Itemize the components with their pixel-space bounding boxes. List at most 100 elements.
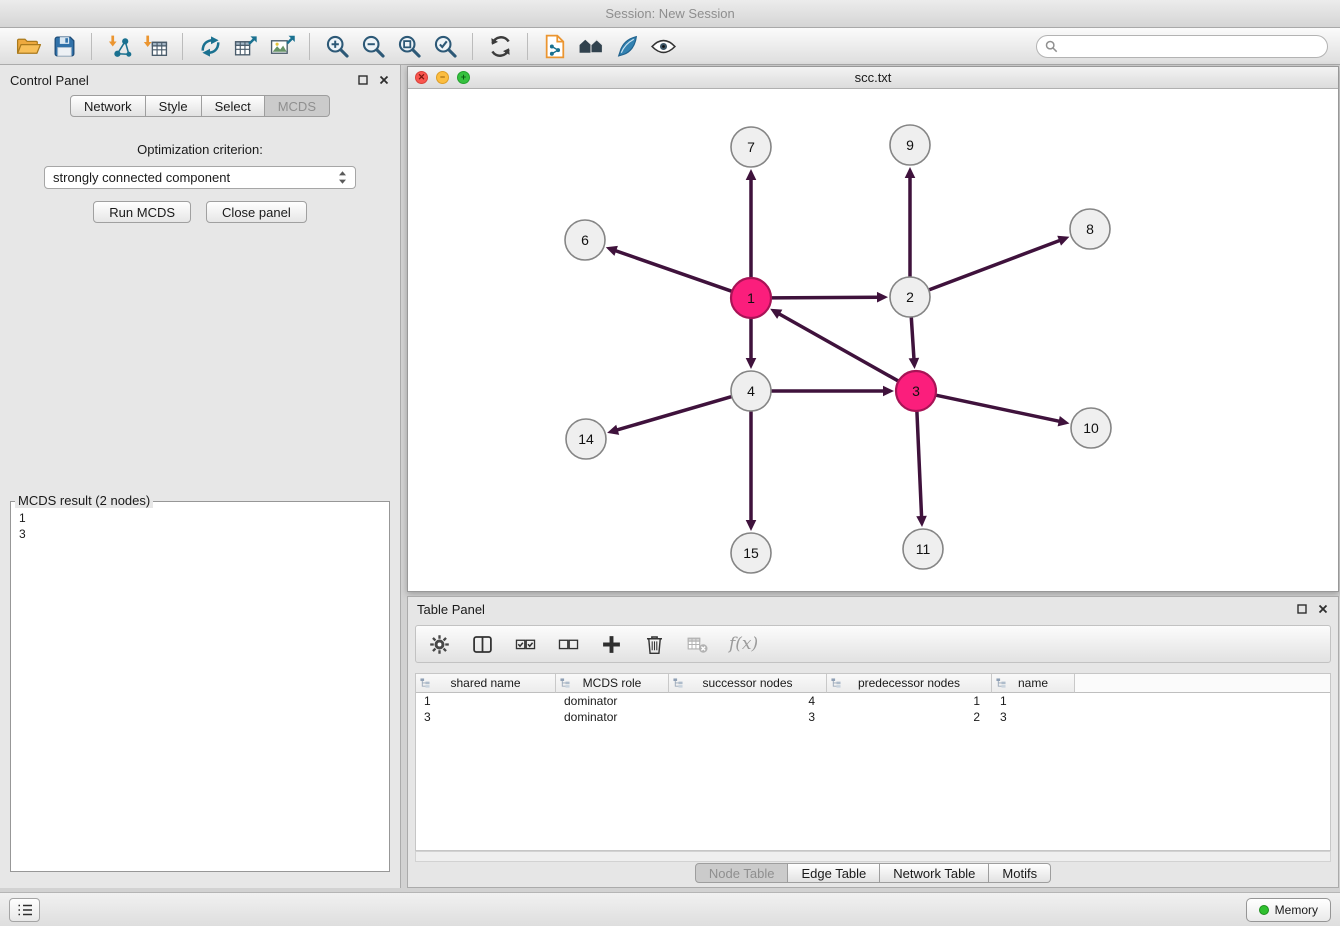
table-scrollbar[interactable] xyxy=(415,851,1331,862)
clone-network-icon xyxy=(197,33,224,60)
zoom-in-icon xyxy=(324,33,351,60)
export-image-button[interactable] xyxy=(264,31,300,62)
add-row-button[interactable] xyxy=(600,633,623,656)
close-window-button[interactable]: ✕ xyxy=(415,71,428,84)
export-image-icon xyxy=(269,33,296,60)
select-all-rows-button[interactable] xyxy=(514,633,537,656)
table-row[interactable]: 3dominator323 xyxy=(416,709,1330,725)
column-header-predecessor-nodes[interactable]: predecessor nodes xyxy=(827,674,992,693)
eye-button[interactable] xyxy=(645,31,681,62)
graph-node-10[interactable]: 10 xyxy=(1071,408,1111,448)
close-panel-button[interactable]: Close panel xyxy=(206,201,307,223)
open-folder-icon xyxy=(15,33,42,60)
import-table-button[interactable] xyxy=(137,31,173,62)
window-titlebar[interactable]: Session: New Session xyxy=(0,0,1340,28)
table-row[interactable]: 1dominator411 xyxy=(416,693,1330,709)
delete-table-button xyxy=(686,633,709,656)
toolbar-buttons xyxy=(10,31,681,62)
mcds-buttons-row: Run MCDS Close panel xyxy=(0,201,400,223)
column-header-MCDS-role[interactable]: MCDS role xyxy=(556,674,669,693)
paint-button[interactable] xyxy=(609,31,645,62)
graph-node-1[interactable]: 1 xyxy=(731,278,771,318)
graph-edge-1-2[interactable] xyxy=(772,297,879,298)
graph-edge-3-10[interactable] xyxy=(937,395,1061,421)
column-label: shared name xyxy=(450,676,520,690)
tab-node-table[interactable]: Node Table xyxy=(695,863,789,883)
save-button[interactable] xyxy=(46,31,82,62)
open-folder-button[interactable] xyxy=(10,31,46,62)
graph-node-6[interactable]: 6 xyxy=(565,220,605,260)
tab-edge-table[interactable]: Edge Table xyxy=(788,863,880,883)
run-mcds-button[interactable]: Run MCDS xyxy=(93,201,191,223)
mcds-result-title: MCDS result (2 nodes) xyxy=(15,493,153,508)
clone-network-button[interactable] xyxy=(192,31,228,62)
graph-edge-2-8[interactable] xyxy=(930,240,1061,290)
graph-node-11[interactable]: 11 xyxy=(903,529,943,569)
deselect-all-rows-button[interactable] xyxy=(557,633,580,656)
show-panel-button[interactable] xyxy=(9,898,40,922)
graph-edge-3-11[interactable] xyxy=(917,412,922,518)
paint-icon xyxy=(614,33,641,60)
node-table: shared name MCDS rolesuccessor nodesprede… xyxy=(415,673,1331,851)
tab-network-table[interactable]: Network Table xyxy=(880,863,989,883)
sort-icon xyxy=(996,678,1006,688)
svg-text:14: 14 xyxy=(578,431,594,447)
graph-node-3[interactable]: 3 xyxy=(896,371,936,411)
zoom-selected-button[interactable] xyxy=(427,31,463,62)
graph-node-4[interactable]: 4 xyxy=(731,371,771,411)
graph-node-15[interactable]: 15 xyxy=(731,533,771,573)
tab-select[interactable]: Select xyxy=(202,95,265,117)
copy-network-button[interactable] xyxy=(537,31,573,62)
gear-button[interactable] xyxy=(428,633,451,656)
graph-edge-3-1[interactable] xyxy=(778,313,898,380)
optimization-dropdown[interactable]: strongly connected component xyxy=(44,166,356,189)
graph-node-14[interactable]: 14 xyxy=(566,419,606,459)
svg-text:1: 1 xyxy=(747,290,755,306)
float-table-panel-icon[interactable] xyxy=(1296,603,1308,615)
delete-row-button[interactable] xyxy=(643,633,666,656)
svg-text:7: 7 xyxy=(747,139,755,155)
export-table-button[interactable] xyxy=(228,31,264,62)
zoom-in-button[interactable] xyxy=(319,31,355,62)
table-header-row: shared name MCDS rolesuccessor nodesprede… xyxy=(416,674,1330,693)
search-box[interactable] xyxy=(1036,35,1328,58)
tab-style[interactable]: Style xyxy=(146,95,202,117)
search-input[interactable] xyxy=(1063,39,1319,53)
column-label: name xyxy=(1018,676,1048,690)
graph-node-2[interactable]: 2 xyxy=(890,277,930,317)
graph-edge-2-3[interactable] xyxy=(911,318,914,360)
minimize-window-button[interactable]: − xyxy=(436,71,449,84)
window-controls: ✕−+ xyxy=(415,71,470,84)
split-columns-button[interactable] xyxy=(471,633,494,656)
refresh-icon xyxy=(487,33,514,60)
column-header-name[interactable]: name xyxy=(992,674,1075,693)
refresh-button[interactable] xyxy=(482,31,518,62)
network-canvas[interactable]: 7 9 6 8 1 2 4 3 14 10 15 11 xyxy=(408,89,1338,591)
graph-edge-arrow xyxy=(916,516,927,527)
graph-edge-1-6[interactable] xyxy=(614,250,731,291)
graph-node-9[interactable]: 9 xyxy=(890,125,930,165)
import-network-button[interactable] xyxy=(101,31,137,62)
tab-mcds[interactable]: MCDS xyxy=(265,95,330,117)
zoom-out-button[interactable] xyxy=(355,31,391,62)
maximize-window-button[interactable]: + xyxy=(457,71,470,84)
sort-icon xyxy=(673,678,683,688)
graph-node-7[interactable]: 7 xyxy=(731,127,771,167)
graph-edge-arrow xyxy=(1058,416,1070,426)
first-neighbors-button[interactable] xyxy=(573,31,609,62)
float-panel-icon[interactable] xyxy=(357,74,369,86)
graph-edge-4-14[interactable] xyxy=(616,397,731,430)
close-panel-icon[interactable] xyxy=(378,74,390,86)
memory-button[interactable]: Memory xyxy=(1246,898,1331,922)
column-header-shared-name[interactable]: shared name xyxy=(416,674,556,693)
network-window-titlebar[interactable]: scc.txt ✕−+ xyxy=(408,67,1338,89)
zoom-fit-button[interactable] xyxy=(391,31,427,62)
graph-node-8[interactable]: 8 xyxy=(1070,209,1110,249)
column-header-successor-nodes[interactable]: successor nodes xyxy=(669,674,827,693)
export-table-icon xyxy=(233,33,260,60)
tab-motifs[interactable]: Motifs xyxy=(989,863,1051,883)
close-table-panel-icon[interactable] xyxy=(1317,603,1329,615)
toolbar-separator xyxy=(472,33,473,60)
tab-network[interactable]: Network xyxy=(70,95,146,117)
control-panel: Control Panel NetworkStyleSelectMCDS Opt… xyxy=(0,65,401,888)
